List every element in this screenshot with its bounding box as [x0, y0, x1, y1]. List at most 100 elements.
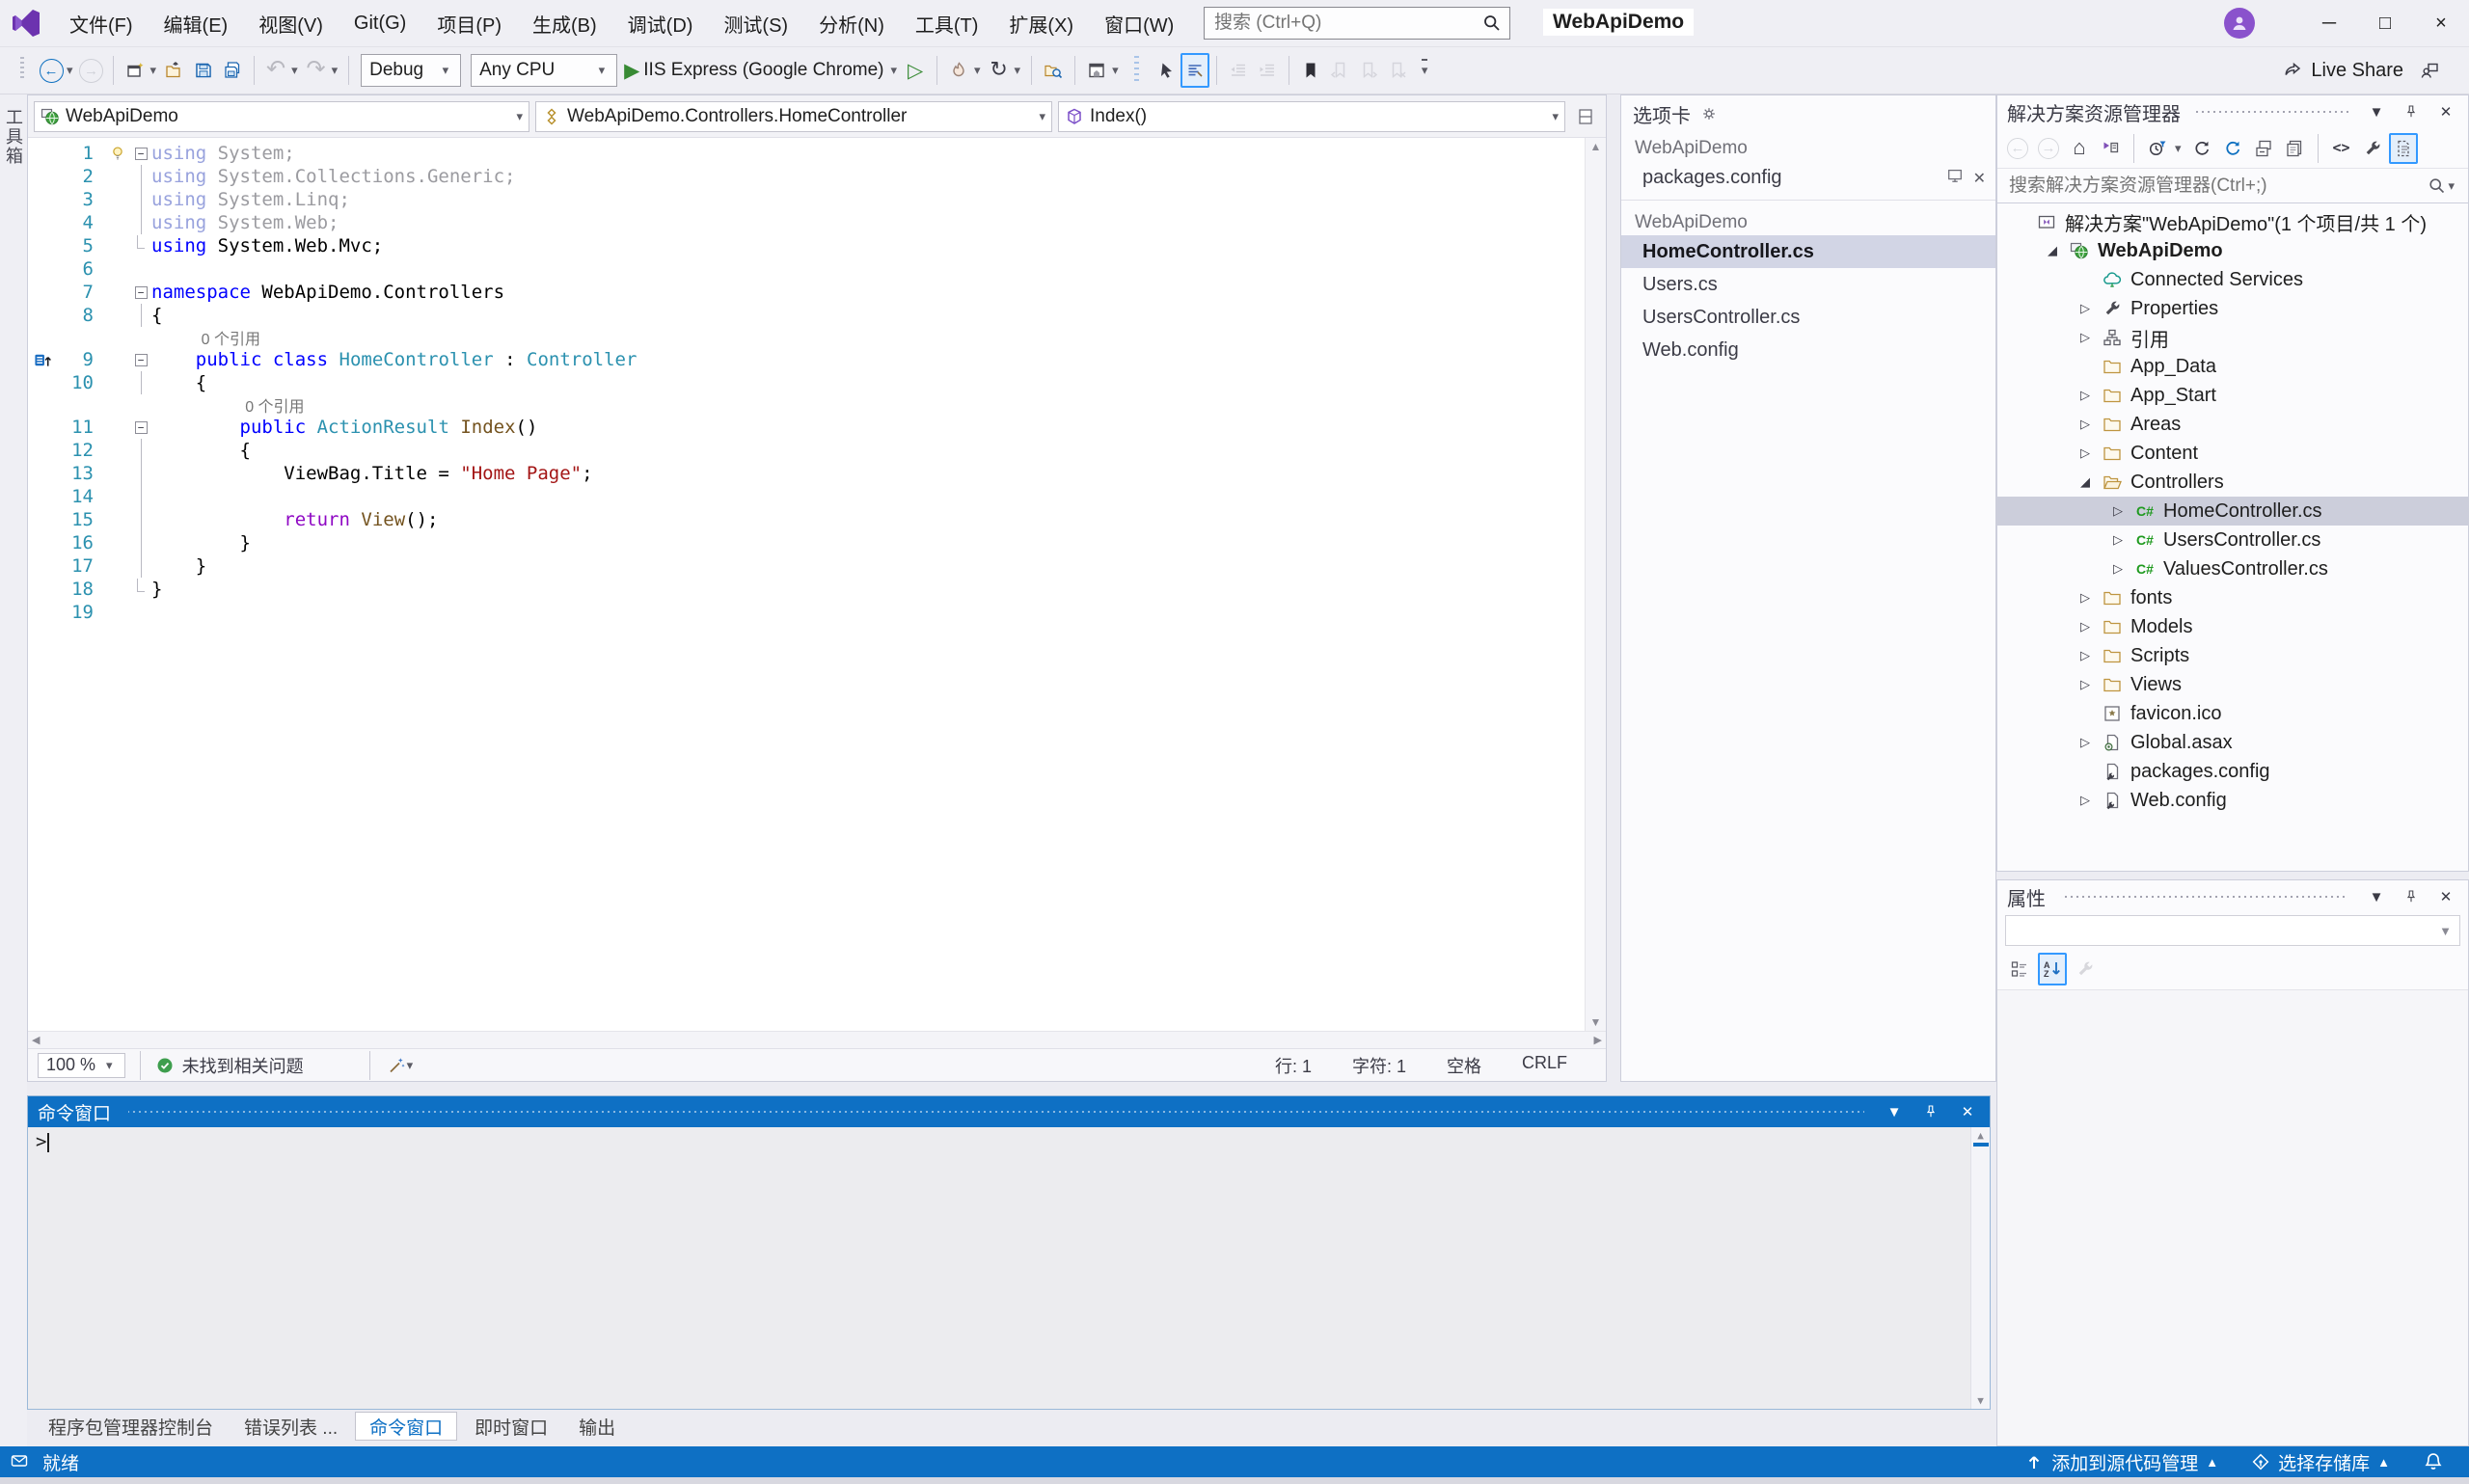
expander-icon[interactable]: ▷: [2073, 677, 2098, 692]
menu-item[interactable]: 工具(T): [902, 4, 992, 43]
project-dropdown[interactable]: WebApiDemo ▾: [34, 101, 529, 132]
menu-item[interactable]: 窗口(W): [1091, 4, 1187, 43]
tree-item[interactable]: ▷Models: [1997, 612, 2468, 641]
command-window-body[interactable]: > ▲ ▼: [28, 1127, 1990, 1409]
expander-icon[interactable]: ▷: [2073, 735, 2098, 750]
feedback-button[interactable]: [2415, 53, 2444, 88]
scrollbar-thumb[interactable]: [1973, 1143, 1989, 1147]
member-dropdown[interactable]: Index() ▾: [1058, 101, 1565, 132]
tree-item[interactable]: Connected Services: [1997, 265, 2468, 294]
select-repository-button[interactable]: 选择存储库 ▲: [2251, 1449, 2390, 1475]
solution-configuration-combo[interactable]: Debug▾: [361, 54, 461, 87]
solution-explorer-search[interactable]: ▾: [1997, 169, 2468, 203]
expander-icon[interactable]: ▷: [2073, 301, 2098, 316]
code-line[interactable]: 2using System.Collections.Generic;: [28, 165, 1585, 188]
code-cleanup-wand-button[interactable]: ▾: [385, 1048, 420, 1083]
code-line[interactable]: 14: [28, 485, 1585, 508]
code-line[interactable]: 9− public class HomeController : Control…: [28, 348, 1585, 371]
scroll-down-icon[interactable]: ▼: [1977, 1394, 1984, 1407]
document-tab[interactable]: packages.config✕: [1621, 161, 1995, 194]
undo-button[interactable]: ↶: [261, 53, 290, 88]
tree-item[interactable]: App_Data: [1997, 352, 2468, 381]
menu-item[interactable]: 视图(V): [245, 4, 337, 43]
tree-item[interactable]: packages.config: [1997, 757, 2468, 786]
show-all-files-button[interactable]: [2389, 133, 2418, 164]
nav-back-button[interactable]: ←: [2003, 133, 2032, 164]
scroll-down-icon[interactable]: ▼: [1590, 1015, 1602, 1029]
expander-icon[interactable]: ◢: [2073, 474, 2098, 490]
close-icon[interactable]: ✕: [1955, 1103, 1980, 1120]
properties-object-combo[interactable]: ▼: [2005, 915, 2460, 946]
expander-icon[interactable]: ▷: [2073, 330, 2098, 345]
pin-icon[interactable]: [1918, 1104, 1943, 1120]
add-to-source-control-button[interactable]: 添加到源代码管理 ▲: [2024, 1449, 2218, 1475]
start-debug-button[interactable]: ▶IIS Express (Google Chrome): [622, 53, 889, 88]
code-line[interactable]: 3using System.Linq;: [28, 188, 1585, 211]
chevron-down-icon[interactable]: ▾: [1015, 63, 1021, 78]
scroll-up-icon[interactable]: ▲: [1590, 140, 1602, 153]
toolbar-grip-button[interactable]: [8, 53, 37, 88]
menu-item[interactable]: 文件(F): [56, 4, 147, 43]
line-ending-indicator[interactable]: CRLF: [1522, 1053, 1567, 1078]
tree-item[interactable]: ◢WebApiDemo: [1997, 236, 2468, 265]
code-line[interactable]: 15 return View();: [28, 508, 1585, 531]
sync-button[interactable]: [2218, 133, 2247, 164]
save-button[interactable]: [189, 53, 218, 88]
bookmark-next-button[interactable]: [1354, 53, 1383, 88]
expander-icon[interactable]: ▷: [2073, 619, 2098, 634]
expander-icon[interactable]: ▷: [2073, 445, 2098, 461]
menu-item[interactable]: 生成(B): [519, 4, 610, 43]
document-tab[interactable]: Users.cs: [1621, 268, 1995, 301]
tree-item[interactable]: ▷Areas: [1997, 410, 2468, 439]
lightbulb-icon[interactable]: [109, 145, 126, 162]
code-line[interactable]: 18}: [28, 578, 1585, 601]
expander-icon[interactable]: ▷: [2073, 417, 2098, 432]
codelens-references[interactable]: 0 个引用: [28, 394, 1585, 416]
menu-item[interactable]: 测试(S): [710, 4, 801, 43]
chevron-down-icon[interactable]: ▾: [2175, 141, 2182, 156]
nav-forward-editor-button[interactable]: →: [77, 53, 106, 88]
panel-tab[interactable]: 命令窗口: [355, 1412, 457, 1441]
bookmark-button[interactable]: [1296, 53, 1325, 88]
property-pages-button[interactable]: [2071, 953, 2100, 985]
bookmark-previous-button[interactable]: [1325, 53, 1354, 88]
code-line[interactable]: 7−namespace WebApiDemo.Controllers: [28, 281, 1585, 304]
tree-item[interactable]: ▷C#HomeController.cs: [1997, 497, 2468, 526]
code-line[interactable]: 8{: [28, 304, 1585, 327]
preview-selected-button[interactable]: [2280, 133, 2309, 164]
solution-explorer-header[interactable]: 解决方案资源管理器 ▼ ✕: [1997, 95, 2468, 128]
code-line[interactable]: 16 }: [28, 531, 1585, 554]
dotted-column-button[interactable]: [1123, 53, 1152, 88]
expander-icon[interactable]: ▷: [2105, 532, 2130, 548]
split-window-button[interactable]: [1571, 99, 1600, 134]
menu-item[interactable]: 分析(N): [805, 4, 898, 43]
type-dropdown[interactable]: WebApiDemo.Controllers.HomeController ▾: [535, 101, 1052, 132]
fold-collapse-icon[interactable]: −: [135, 421, 148, 434]
minimize-button[interactable]: ─: [2301, 0, 2357, 46]
menu-item[interactable]: Git(G): [340, 7, 420, 40]
window-position-icon[interactable]: ▼: [2364, 104, 2389, 121]
tree-item[interactable]: ▷C#ValuesController.cs: [1997, 554, 2468, 583]
chevron-down-icon[interactable]: ▾: [1112, 63, 1119, 78]
fold-collapse-icon[interactable]: −: [135, 354, 148, 366]
open-file-button[interactable]: [160, 53, 189, 88]
scroll-left-icon[interactable]: ◀: [32, 1034, 40, 1046]
maximize-button[interactable]: □: [2357, 0, 2413, 46]
close-icon[interactable]: ✕: [2433, 103, 2458, 121]
expander-icon[interactable]: ▷: [2105, 503, 2130, 519]
tree-item[interactable]: ▷Views: [1997, 670, 2468, 699]
bookmark-clear-button[interactable]: [1383, 53, 1412, 88]
quick-search-box[interactable]: [1204, 7, 1510, 40]
menu-item[interactable]: 扩展(X): [995, 4, 1087, 43]
fold-collapse-icon[interactable]: −: [135, 286, 148, 299]
chevron-down-icon[interactable]: ▾: [890, 63, 897, 78]
tree-item[interactable]: ▷App_Start: [1997, 381, 2468, 410]
search-input[interactable]: [1212, 12, 1482, 35]
pending-changes-filter-button[interactable]: [2143, 133, 2172, 164]
tree-item[interactable]: ▷引用: [1997, 323, 2468, 352]
code-cleanup-button[interactable]: [1180, 53, 1209, 88]
properties-wrench-button[interactable]: [2358, 133, 2387, 164]
code-line[interactable]: 10 {: [28, 371, 1585, 394]
new-project-button[interactable]: [121, 53, 149, 88]
live-share-button[interactable]: Live Share: [2280, 53, 2405, 88]
